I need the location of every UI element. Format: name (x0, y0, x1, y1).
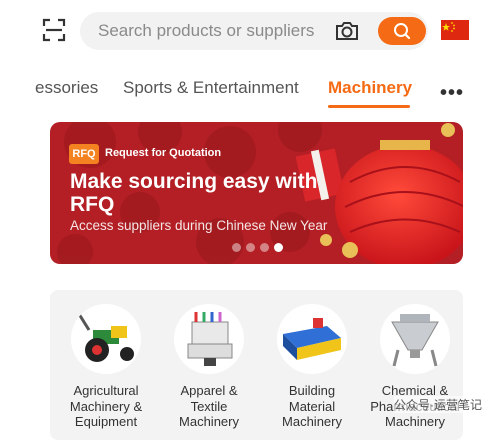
search-input[interactable]: Search products or suppliers (98, 21, 314, 41)
more-icon[interactable]: ••• (440, 82, 464, 105)
carousel-dot[interactable] (232, 243, 241, 252)
banner-title: Make sourcing easy with RFQ (70, 170, 318, 216)
category-building-material-machinery[interactable]: Building Material Machinery (266, 304, 358, 430)
tab-machinery[interactable]: Machinery (328, 78, 412, 98)
active-tab-indicator (328, 105, 410, 108)
category-tabs: essories Sports & Entertainment Machiner… (0, 76, 503, 110)
tab-accessories[interactable]: essories (35, 78, 98, 98)
mixer-machine-icon (380, 304, 450, 374)
tab-sports-entertainment[interactable]: Sports & Entertainment (123, 78, 299, 98)
rfq-banner[interactable]: RFQ Request for Quotation Make sourcing … (50, 122, 463, 264)
search-button[interactable] (378, 17, 426, 45)
category-label: Building Material Machinery (282, 383, 342, 429)
roll-forming-machine-icon (277, 304, 347, 374)
sewing-machine-icon (174, 304, 244, 374)
scan-icon[interactable] (42, 18, 66, 42)
rfq-badge-label: Request for Quotation (105, 147, 222, 159)
carousel-dot[interactable] (260, 243, 269, 252)
category-apparel-textile-machinery[interactable]: Apparel & Textile Machinery (163, 304, 255, 430)
watermark-text: 公众号·运营笔记 (394, 396, 482, 413)
search-icon (394, 23, 411, 40)
tractor-icon (71, 304, 141, 374)
banner-subtitle: Access suppliers during Chinese New Year (70, 218, 328, 233)
china-flag-icon[interactable] (441, 20, 469, 40)
rfq-logo: RFQ (69, 144, 99, 164)
carousel-dot[interactable] (274, 243, 283, 252)
category-agricultural-machinery[interactable]: Agricultural Machinery & Equipment (60, 304, 152, 430)
carousel-dots (232, 243, 283, 252)
category-label: Agricultural Machinery & Equipment (69, 383, 143, 429)
category-panel: Agricultural Machinery & Equipment Appar… (50, 290, 463, 440)
search-bar[interactable]: Search products or suppliers (80, 12, 428, 50)
category-label: Apparel & Textile Machinery (179, 383, 239, 429)
carousel-dot[interactable] (246, 243, 255, 252)
camera-icon[interactable] (334, 19, 360, 43)
